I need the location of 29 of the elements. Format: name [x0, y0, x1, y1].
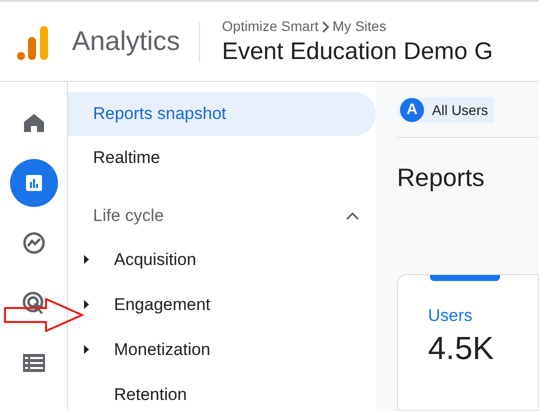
product-name: Analytics — [72, 25, 180, 58]
avatar-badge: A — [400, 98, 424, 122]
metric-value: 4.5K — [428, 329, 495, 368]
nav-group-item[interactable]: Acquisition — [68, 237, 376, 282]
rail-button[interactable] — [10, 159, 58, 207]
caret-right-icon — [84, 345, 89, 354]
comparison-chip[interactable]: A All Users — [397, 97, 494, 123]
section-header[interactable]: Life cycle — [68, 195, 376, 237]
tab-indicator — [430, 274, 500, 280]
nav-group-item[interactable]: Retention — [68, 372, 376, 411]
metric-label[interactable]: Users — [428, 302, 538, 328]
chevron-up-icon — [346, 212, 359, 220]
nav-group-item[interactable]: Monetization — [68, 327, 376, 372]
analytics-logo — [17, 24, 49, 60]
list-icon — [22, 354, 44, 372]
nav-group-item[interactable]: Engagement — [68, 282, 376, 327]
caret-right-icon — [84, 255, 89, 264]
breadcrumb-link[interactable]: My Sites — [332, 16, 386, 37]
home-icon — [22, 113, 44, 133]
nav-item[interactable]: Realtime — [68, 136, 376, 180]
trend-circle-icon — [22, 231, 46, 255]
page-title: Reports — [397, 163, 486, 194]
property-title[interactable]: Event Education Demo G — [222, 37, 493, 67]
bar-chart-icon — [24, 174, 42, 192]
chevron-right-icon — [322, 20, 330, 32]
breadcrumb-link[interactable]: Optimize Smart — [222, 16, 319, 37]
target-cursor-icon — [22, 291, 46, 315]
nav-item[interactable]: Reports snapshot — [68, 92, 376, 136]
caret-right-icon — [84, 300, 89, 309]
